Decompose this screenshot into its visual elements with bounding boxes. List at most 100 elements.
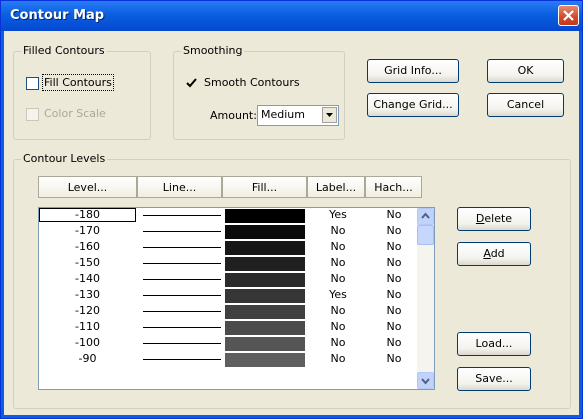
line-sample[interactable] bbox=[143, 279, 221, 280]
fill-swatch[interactable] bbox=[225, 273, 305, 287]
line-sample[interactable] bbox=[143, 247, 221, 248]
label-cell[interactable]: No bbox=[311, 353, 365, 365]
label-cell[interactable]: No bbox=[311, 305, 365, 317]
color-scale-label: Color Scale bbox=[44, 107, 106, 120]
column-headers: Level... Line... Fill... Label... Hach..… bbox=[38, 176, 438, 198]
line-sample[interactable] bbox=[143, 359, 221, 360]
title-bar[interactable]: Contour Map bbox=[1, 1, 582, 31]
line-sample[interactable] bbox=[143, 295, 221, 296]
hach-cell[interactable]: No bbox=[369, 241, 419, 253]
hach-cell[interactable]: No bbox=[369, 321, 419, 333]
fill-swatch[interactable] bbox=[225, 225, 305, 239]
change-grid-button[interactable]: Change Grid... bbox=[367, 93, 459, 117]
column-header-level[interactable]: Level... bbox=[38, 176, 137, 198]
table-row[interactable]: -130 Yes No bbox=[39, 289, 419, 303]
table-row[interactable]: -140 No No bbox=[39, 273, 419, 287]
ok-button[interactable]: OK bbox=[487, 59, 564, 83]
column-header-fill[interactable]: Fill... bbox=[222, 176, 307, 198]
table-row[interactable]: -150 No No bbox=[39, 257, 419, 271]
hach-cell[interactable]: No bbox=[369, 273, 419, 285]
hach-cell[interactable]: No bbox=[369, 289, 419, 301]
window-title: Contour Map bbox=[10, 8, 105, 23]
line-sample[interactable] bbox=[143, 327, 221, 328]
column-header-hach[interactable]: Hach... bbox=[365, 176, 422, 198]
fill-swatch[interactable] bbox=[225, 241, 305, 255]
dialog-body: Filled Contours Fill Contours Color Scal… bbox=[4, 31, 579, 415]
chevron-down-icon bbox=[421, 378, 430, 385]
label-cell[interactable]: No bbox=[311, 321, 365, 333]
level-cell[interactable]: -160 bbox=[39, 241, 136, 253]
filled-contours-group-label: Filled Contours bbox=[21, 44, 107, 57]
hach-cell[interactable]: No bbox=[369, 337, 419, 349]
smooth-contours-checkbox[interactable] bbox=[185, 77, 198, 90]
table-row[interactable]: -120 No No bbox=[39, 305, 419, 319]
delete-button[interactable]: Delete bbox=[457, 207, 531, 231]
table-row[interactable]: -100 No No bbox=[39, 337, 419, 351]
table-row[interactable]: -110 No No bbox=[39, 321, 419, 335]
fill-swatch[interactable] bbox=[225, 321, 305, 335]
scroll-up-button[interactable] bbox=[417, 208, 434, 225]
hach-cell[interactable]: No bbox=[369, 209, 419, 221]
smooth-contours-label[interactable]: Smooth Contours bbox=[204, 76, 300, 89]
contour-levels-group: Contour Levels Level... Line... Fill... … bbox=[13, 152, 571, 409]
level-cell[interactable]: -150 bbox=[39, 257, 136, 269]
fill-swatch[interactable] bbox=[225, 305, 305, 319]
line-sample[interactable] bbox=[143, 343, 221, 344]
label-cell[interactable]: No bbox=[311, 273, 365, 285]
amount-select[interactable]: Medium bbox=[257, 105, 339, 126]
contour-map-dialog: Contour Map Filled Contours Fill Contour… bbox=[0, 0, 583, 419]
level-cell[interactable]: -100 bbox=[39, 337, 136, 349]
line-sample[interactable] bbox=[143, 311, 221, 312]
fill-swatch[interactable] bbox=[225, 353, 305, 367]
table-row[interactable]: -170 No No bbox=[39, 225, 419, 239]
label-cell[interactable]: No bbox=[311, 225, 365, 237]
label-cell[interactable]: No bbox=[311, 241, 365, 253]
fill-swatch[interactable] bbox=[225, 209, 305, 223]
label-cell[interactable]: Yes bbox=[311, 209, 365, 221]
table-row[interactable]: -90 No No bbox=[39, 353, 419, 367]
level-cell[interactable]: -130 bbox=[39, 289, 136, 301]
chevron-up-icon bbox=[421, 212, 430, 219]
column-header-label[interactable]: Label... bbox=[307, 176, 365, 198]
smoothing-group: Smoothing Smooth Contours Amount: Medium bbox=[173, 44, 345, 140]
level-cell[interactable]: -120 bbox=[39, 305, 136, 317]
line-sample[interactable] bbox=[143, 263, 221, 264]
label-cell[interactable]: Yes bbox=[311, 289, 365, 301]
column-header-line[interactable]: Line... bbox=[137, 176, 222, 198]
hach-cell[interactable]: No bbox=[369, 353, 419, 365]
add-button[interactable]: Add bbox=[457, 242, 531, 266]
level-cell[interactable]: -110 bbox=[39, 321, 136, 333]
level-cell[interactable]: -140 bbox=[39, 273, 136, 285]
scroll-thumb[interactable] bbox=[417, 225, 434, 245]
level-cell[interactable]: -170 bbox=[39, 225, 136, 237]
hach-cell[interactable]: No bbox=[369, 305, 419, 317]
hach-cell[interactable]: No bbox=[369, 225, 419, 237]
vertical-scrollbar[interactable] bbox=[417, 208, 434, 389]
color-scale-checkbox[interactable] bbox=[26, 108, 39, 121]
line-sample[interactable] bbox=[143, 215, 221, 216]
cancel-button[interactable]: Cancel bbox=[487, 93, 564, 117]
checkmark-icon bbox=[186, 78, 197, 88]
fill-contours-checkbox[interactable] bbox=[26, 77, 39, 90]
scroll-down-button[interactable] bbox=[417, 372, 434, 389]
fill-swatch[interactable] bbox=[225, 289, 305, 303]
label-cell[interactable]: No bbox=[311, 337, 365, 349]
table-row[interactable]: -160 No No bbox=[39, 241, 419, 255]
amount-select-value: Medium bbox=[261, 108, 305, 121]
save-button[interactable]: Save... bbox=[457, 367, 531, 391]
fill-contours-label[interactable]: Fill Contours bbox=[42, 74, 114, 91]
load-button[interactable]: Load... bbox=[457, 332, 531, 356]
table-row[interactable]: -180 Yes No bbox=[39, 208, 419, 223]
label-cell[interactable]: No bbox=[311, 257, 365, 269]
contour-levels-list[interactable]: -90 No No -100 No No -110 No No -120 No No -130 Yes No… bbox=[38, 207, 435, 390]
line-sample[interactable] bbox=[143, 231, 221, 232]
amount-label: Amount: bbox=[210, 109, 257, 122]
level-cell[interactable]: -90 bbox=[39, 353, 136, 365]
fill-swatch[interactable] bbox=[225, 257, 305, 271]
grid-info-button[interactable]: Grid Info... bbox=[367, 59, 459, 83]
close-button[interactable] bbox=[558, 5, 579, 26]
level-cell[interactable]: -180 bbox=[39, 208, 136, 222]
dropdown-button[interactable] bbox=[322, 107, 337, 123]
fill-swatch[interactable] bbox=[225, 337, 305, 351]
hach-cell[interactable]: No bbox=[369, 257, 419, 269]
